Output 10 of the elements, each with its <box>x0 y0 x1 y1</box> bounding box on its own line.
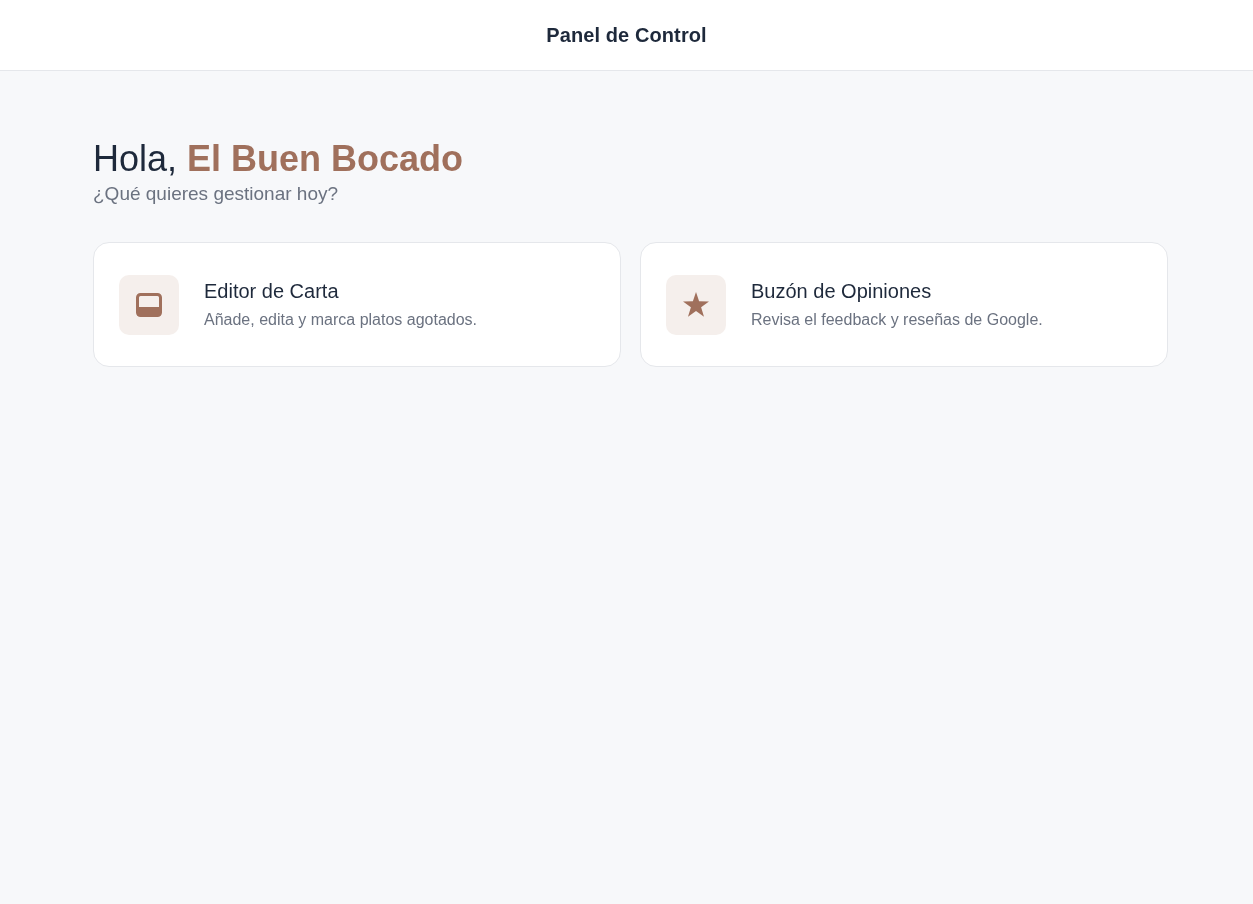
greeting-heading: Hola, El Buen Bocado <box>93 137 465 181</box>
card-description: Añade, edita y marca platos agotados. <box>204 311 478 329</box>
tray-icon <box>119 274 179 335</box>
card-description: Revisa el feedback y reseñas de Google. <box>751 311 1043 329</box>
card-title: Buzón de Opiniones <box>751 280 933 303</box>
dashboard-card[interactable]: Editor de Carta Añade, edita y marca platos agotados. <box>93 242 621 367</box>
dashboard-card[interactable]: Buzón de Opiniones Revisa el feedback y reseñas de Google. <box>640 242 1168 367</box>
greeting-subtitle: ¿Qué quieres gestionar hoy? <box>93 183 340 205</box>
card-title: Editor de Carta <box>204 280 340 303</box>
page-title: Panel de Control <box>546 23 707 47</box>
